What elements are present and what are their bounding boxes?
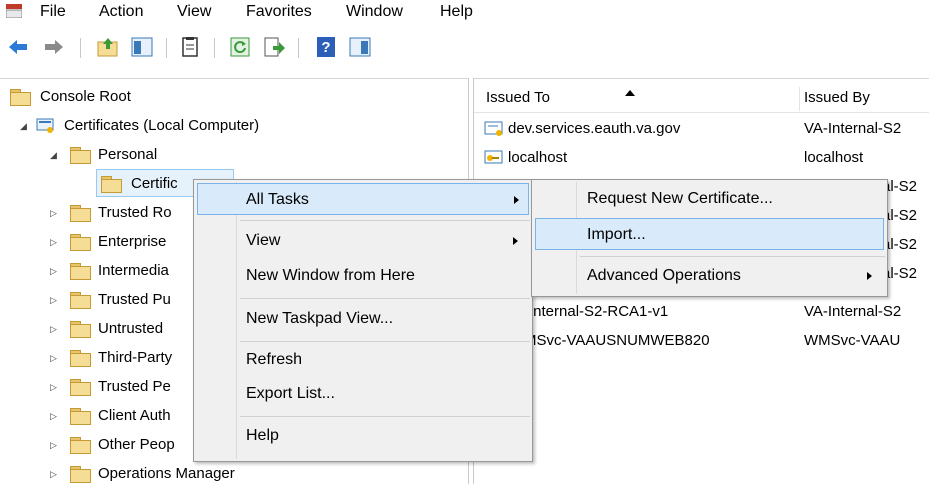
folder-icon [70,321,91,338]
collapse-arrow-icon[interactable]: ◢ [50,141,62,169]
folder-icon [101,176,122,193]
collapse-arrow-icon[interactable]: ◢ [20,112,32,140]
expand-arrow-icon[interactable]: ▷ [50,373,62,401]
properties-icon[interactable] [178,35,202,59]
column-issued-by[interactable]: Issued By [804,83,870,113]
folder-icon [70,466,91,483]
context-menu: All Tasks View New Window from Here New … [193,179,533,462]
menu-item-refresh[interactable]: Refresh [197,344,529,376]
sort-ascending-icon [625,90,635,96]
forward-arrow-icon[interactable] [42,35,66,59]
expand-arrow-icon[interactable]: ▷ [50,431,62,459]
certificate-icon [484,121,503,136]
menu-file[interactable]: File [40,2,66,22]
column-issued-to[interactable]: Issued To [486,83,550,113]
menu-view[interactable]: View [177,2,211,22]
folder-icon [70,379,91,396]
help-icon[interactable]: ? [314,35,338,59]
submenu-arrow-icon [514,196,519,204]
folder-icon [70,408,91,425]
menu-favorites[interactable]: Favorites [246,2,312,22]
list-row[interactable]: localhost localhost [474,144,929,172]
menu-item-request-new-certificate[interactable]: Request New Certificate... [535,183,884,215]
show-hide-tree-icon[interactable] [130,35,154,59]
menu-bar: File Action View Favorites Window Help [0,0,929,30]
expand-arrow-icon[interactable]: ▷ [50,257,62,285]
folder-icon [70,205,91,222]
certificate-key-icon [484,150,503,164]
action-pane-icon[interactable] [348,35,372,59]
back-arrow-icon[interactable] [6,35,30,59]
list-row[interactable]: dev.services.eauth.va.gov VA-Internal-S2 [474,115,929,143]
folder-icon [70,234,91,251]
refresh-icon[interactable] [228,35,252,59]
mmc-app-icon[interactable] [6,4,22,18]
menu-item-new-window-from-here[interactable]: New Window from Here [197,260,529,292]
expand-arrow-icon[interactable]: ▷ [50,344,62,372]
expand-arrow-icon[interactable]: ▷ [50,315,62,343]
expand-arrow-icon[interactable]: ▷ [50,286,62,314]
menu-item-help[interactable]: Help [197,420,529,452]
folder-icon [10,89,31,106]
menu-window[interactable]: Window [346,2,403,22]
all-tasks-submenu: Request New Certificate... Import... Adv… [531,179,888,297]
folder-icon [70,350,91,367]
list-row[interactable]: MSvc-VAAUSNUMWEB820 WMSvc-VAAU [474,327,929,355]
expand-arrow-icon[interactable]: ▷ [50,228,62,256]
certificate-store-icon [36,118,54,133]
folder-icon [70,292,91,309]
menu-action[interactable]: Action [99,2,143,22]
list-header: Issued To Issued By [474,83,929,113]
export-list-icon[interactable] [262,35,286,59]
toolbar: ? [0,30,929,75]
menu-item-advanced-operations[interactable]: Advanced Operations [535,260,884,292]
list-row[interactable]: -Internal-S2-RCA1-v1 VA-Internal-S2 [474,298,929,326]
menu-item-new-taskpad-view[interactable]: New Taskpad View... [197,303,529,335]
submenu-arrow-icon [513,237,518,245]
svg-text:?: ? [321,39,330,56]
folder-icon [70,437,91,454]
expand-arrow-icon[interactable]: ▷ [50,402,62,430]
submenu-arrow-icon [867,272,872,280]
menu-help[interactable]: Help [440,2,473,22]
folder-icon [70,147,91,164]
menu-item-import[interactable]: Import... [535,218,884,250]
menu-item-all-tasks[interactable]: All Tasks [197,183,529,215]
expand-arrow-icon[interactable]: ▷ [50,199,62,227]
folder-icon [70,263,91,280]
menu-item-view[interactable]: View [197,225,529,257]
up-folder-icon[interactable] [96,35,120,59]
menu-item-export-list[interactable]: Export List... [197,378,529,410]
